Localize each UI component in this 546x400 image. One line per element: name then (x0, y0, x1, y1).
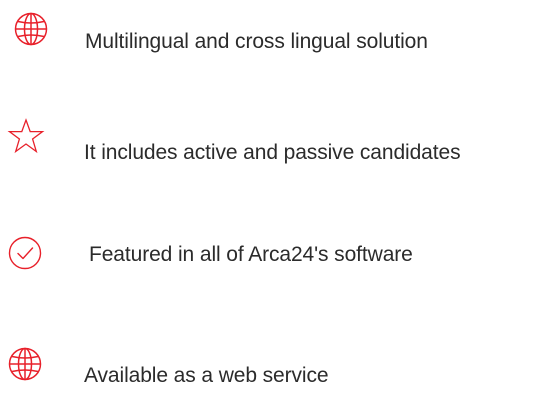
feature-label: It includes active and passive candidate… (84, 141, 461, 164)
feature-label: Featured in all of Arca24's software (89, 243, 413, 266)
feature-candidates: It includes active and passive candidate… (0, 110, 546, 170)
check-circle-icon (8, 236, 42, 270)
globe-icon (14, 12, 48, 46)
globe-icon (8, 347, 42, 381)
star-icon (7, 118, 45, 154)
feature-web-service: Available as a web service (0, 340, 546, 400)
feature-label: Multilingual and cross lingual solution (85, 30, 428, 53)
feature-label: Available as a web service (84, 364, 329, 387)
feature-multilingual: Multilingual and cross lingual solution (0, 0, 546, 60)
feature-software: Featured in all of Arca24's software (0, 225, 546, 285)
